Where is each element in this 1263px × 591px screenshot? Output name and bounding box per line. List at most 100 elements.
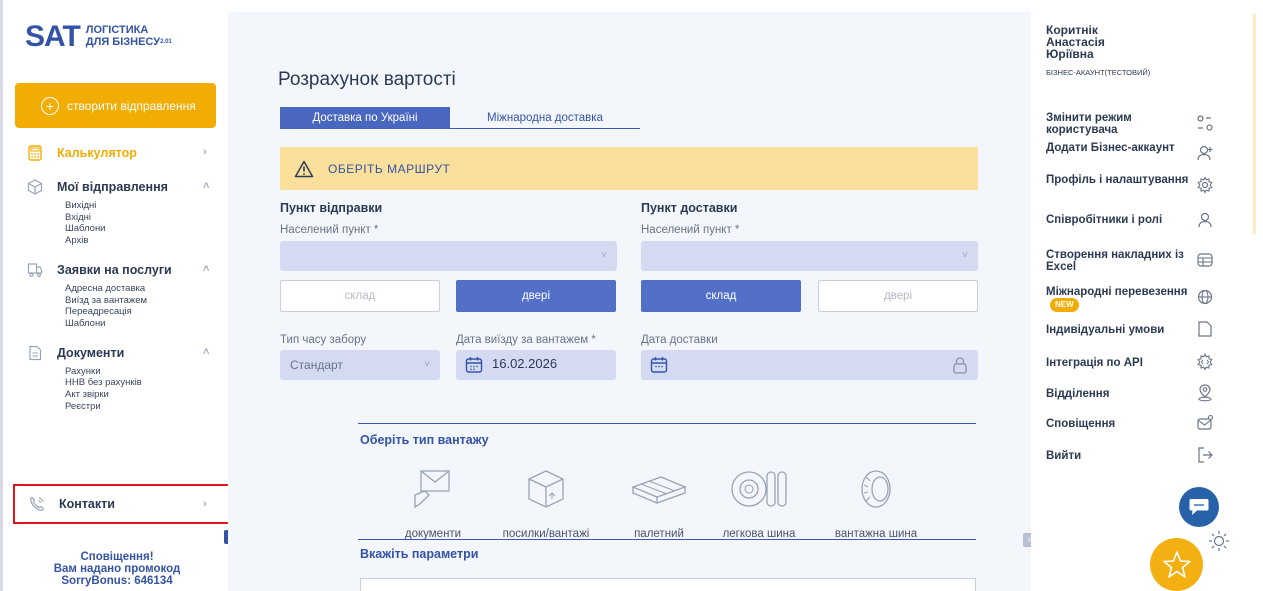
calculator-icon (27, 145, 43, 161)
menu-international[interactable]: Міжнародні перевезенняNEW (1046, 286, 1251, 312)
menu-logout[interactable]: Вийти (1046, 447, 1251, 463)
cargo-type-parcels[interactable]: посилки/вантажі (486, 464, 606, 540)
submenu-item[interactable]: ННВ без рахунків (65, 377, 231, 389)
submenu-item[interactable]: Реєстри (65, 401, 231, 413)
chevron-up-icon: ˄ (203, 180, 210, 192)
menu-excel[interactable]: Створення накладних із Excel (1046, 249, 1251, 273)
menu-label: Відділення (1046, 388, 1110, 400)
promo-notice[interactable]: Сповіщення! Вам надано промокод SorryBon… (3, 551, 231, 587)
lock-icon (953, 357, 967, 374)
truck-icon (27, 262, 43, 278)
scrollbar[interactable] (1253, 14, 1256, 234)
tab-domestic[interactable]: Доставка по Україні (280, 107, 450, 129)
cargo-type-documents[interactable]: документи (388, 464, 478, 540)
chat-button[interactable] (1179, 487, 1219, 527)
page-icon (1198, 321, 1212, 337)
cargo-type-pallet[interactable]: палетний (624, 464, 694, 540)
new-badge: NEW (1050, 298, 1079, 312)
menu-label: Інтеграція по API (1046, 357, 1143, 369)
calendar-icon (650, 357, 668, 373)
submenu-item[interactable]: Шаблони (65, 223, 231, 235)
origin-warehouse-button[interactable]: склад (280, 280, 440, 312)
page-title: Розрахунок вартості (278, 69, 456, 90)
plus-circle-icon: + (41, 96, 59, 115)
pickup-date-value: 16.02.2026 (492, 356, 558, 371)
tab-international[interactable]: Міжнародна доставка (450, 107, 640, 129)
submenu-item[interactable]: Акт звірки (65, 389, 231, 401)
submenu-item[interactable]: Шаблони (65, 318, 231, 330)
menu-label: Додати Бізнес-аккаунт (1046, 142, 1175, 154)
destination-title: Пункт доставки (641, 201, 738, 215)
delivery-date-label: Дата доставки (641, 334, 718, 346)
sidebar-item-services[interactable]: Заявки на послуги ˄ (3, 257, 231, 283)
destination-warehouse-button[interactable]: склад (641, 280, 801, 312)
route-banner-text: ОБЕРІТЬ МАРШРУТ (328, 161, 451, 176)
code-gear-icon (1197, 353, 1213, 371)
delivery-tabs: Доставка по Україні Міжнародна доставка (280, 107, 640, 129)
app-root: SAT ЛОГІСТИКА ДЛЯ БІЗНЕСУ2.01 + створити… (0, 0, 1263, 591)
logout-icon (1198, 447, 1213, 463)
logo-version: 2.01 (160, 39, 172, 45)
star-icon (1162, 550, 1191, 578)
submenu-item[interactable]: Адресна доставка (65, 283, 231, 295)
menu-conditions[interactable]: Індивідуальні умови (1046, 321, 1251, 337)
destination-city-select[interactable]: ˅ (641, 241, 978, 271)
submenu-item[interactable]: Переадресація (65, 306, 231, 318)
cargo-type-car-tire[interactable]: легкова шина (709, 464, 809, 540)
menu-branches[interactable]: Відділення (1046, 384, 1251, 402)
submenu-item[interactable]: Виїзд за вантажем (65, 295, 231, 307)
sidebar-item-documents[interactable]: Документи ˄ (3, 340, 231, 366)
sidebar: SAT ЛОГІСТИКА ДЛЯ БІЗНЕСУ2.01 + створити… (0, 0, 238, 591)
notice-text: Вам надано промокод (53, 563, 181, 575)
menu-label: Профіль і налаштування (1046, 174, 1189, 186)
document-icon (27, 345, 43, 361)
theme-toggle-icon[interactable] (1208, 530, 1230, 552)
create-shipment-label: створити відправлення (67, 98, 196, 113)
submenu-item[interactable]: Вихідні (65, 200, 231, 212)
favorite-button[interactable] (1150, 538, 1203, 591)
menu-add-account[interactable]: Додати Бізнес-аккаунт (1046, 142, 1251, 161)
origin-door-button[interactable]: двері (456, 280, 616, 312)
calendar-icon (465, 357, 483, 373)
chevron-down-icon: ˅ (601, 250, 607, 261)
sidebar-item-shipments[interactable]: Мої відправлення ˄ (3, 174, 231, 200)
mail-notification-icon (1197, 414, 1214, 430)
cargo-type-truck-tire[interactable]: вантажна шина (821, 464, 931, 540)
menu-notifications[interactable]: Сповіщення (1046, 414, 1251, 430)
submenu-item[interactable]: Вхідні (65, 212, 231, 224)
submenu-item[interactable]: Рахунки (65, 366, 231, 378)
origin-title: Пункт відправки (280, 201, 383, 215)
menu-label: Співробітники і ролі (1046, 214, 1163, 226)
logo[interactable]: SAT ЛОГІСТИКА ДЛЯ БІЗНЕСУ2.01 (25, 20, 172, 54)
destination-door-button[interactable]: двері (818, 280, 978, 312)
chevron-right-icon: › (203, 498, 207, 510)
sidebar-item-calculator[interactable]: Калькулятор › (3, 140, 231, 166)
origin-city-label: Населений пункт * (280, 224, 379, 236)
delivery-date-input (641, 350, 978, 380)
origin-city-select[interactable]: ˅ (280, 241, 617, 271)
sidebar-item-label: Мої відправлення (57, 180, 168, 194)
user-name: Коритнік Анастасія Юріївна (1046, 24, 1105, 60)
pickup-date-input[interactable]: 16.02.2026 (456, 350, 616, 380)
menu-employees[interactable]: Співробітники і ролі (1046, 212, 1251, 228)
menu-label-text: Міжнародні перевезення (1046, 286, 1188, 298)
menu-label: Змінити режим користувача (1046, 112, 1132, 136)
shipments-submenu: Вихідні Вхідні Шаблони Архів (3, 200, 231, 247)
gear-icon (1197, 176, 1213, 194)
pallet-icon (631, 476, 687, 504)
create-shipment-button[interactable]: + створити відправлення (15, 83, 216, 128)
sidebar-nav: Калькулятор › Мої відправлення ˄ Вихідні… (3, 140, 231, 412)
menu-profile[interactable]: Профіль і налаштування (1046, 174, 1251, 194)
pickup-type-select[interactable]: Стандарт ˅ (280, 350, 440, 380)
account-type: БІЗНЕС-АКАУНТ(ТЕСТОВИЙ) (1046, 68, 1151, 77)
menu-switch-mode[interactable]: Змінити режим користувача (1046, 112, 1251, 136)
menu-api[interactable]: Інтеграція по API (1046, 353, 1251, 371)
add-user-icon (1197, 145, 1213, 161)
location-pin-icon (1198, 384, 1212, 402)
chevron-down-icon: ˅ (962, 250, 968, 261)
phone-icon (29, 496, 45, 512)
truck-tire-icon (861, 470, 891, 508)
logo-brand: SAT (25, 20, 81, 53)
sidebar-item-contacts[interactable]: Контакти › (13, 484, 231, 524)
submenu-item[interactable]: Архів (65, 235, 231, 247)
